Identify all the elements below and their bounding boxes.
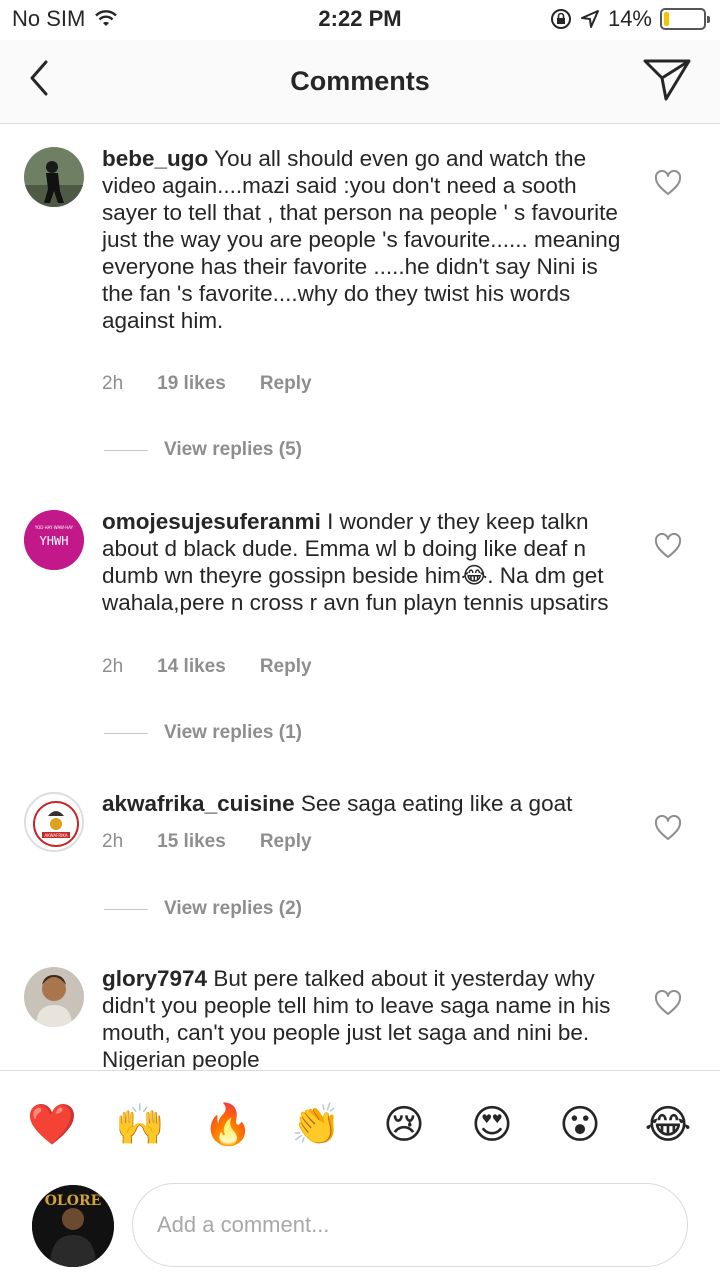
comment-username[interactable]: akwafrika_cuisine — [102, 791, 295, 816]
avatar[interactable] — [24, 967, 84, 1027]
current-user-avatar-text: OLORE — [45, 1193, 102, 1209]
reply-button[interactable]: Reply — [260, 373, 312, 395]
comment-username[interactable]: bebe_ugo — [102, 146, 208, 171]
like-heart-icon[interactable] — [654, 815, 682, 841]
view-replies-label: View replies (1) — [164, 722, 302, 743]
like-heart-icon[interactable] — [654, 990, 682, 1016]
comments-list: bebe_ugo You all should even go and watc… — [0, 125, 720, 1070]
emoji-button[interactable]: 😍 — [466, 1099, 518, 1151]
battery-level — [664, 12, 670, 26]
view-replies-label: View replies (2) — [164, 898, 302, 919]
direct-message-icon[interactable] — [642, 56, 692, 102]
avatar-text: AKWAFRIKA — [44, 833, 68, 838]
comment-text-block: akwafrika_cuisine See saga eating like a… — [102, 790, 622, 817]
comment-username[interactable]: glory7974 — [102, 966, 207, 991]
avatar[interactable]: YOD·HAY·WAW·HAY YHWH — [24, 510, 84, 570]
current-user-avatar: OLORE — [32, 1185, 114, 1267]
view-replies-button[interactable]: View replies (2) — [104, 898, 302, 920]
replies-divider — [104, 732, 148, 734]
emoji-button[interactable]: 🔥 — [202, 1099, 254, 1151]
emoji-button[interactable]: 😂 — [642, 1099, 694, 1151]
emoji-button[interactable]: 😮 — [554, 1099, 606, 1151]
avatar-image — [24, 147, 84, 207]
avatar-subtext: YOD·HAY·WAW·HAY — [34, 525, 74, 530]
reply-button[interactable]: Reply — [260, 831, 312, 853]
comment-likes[interactable]: 19 likes — [157, 373, 226, 395]
header: Comments — [0, 40, 720, 124]
orientation-lock-icon — [550, 9, 571, 29]
comment-text-block: bebe_ugo You all should even go and watc… — [102, 145, 622, 334]
emoji-button[interactable]: 🙌 — [114, 1099, 166, 1151]
comment-meta: 2h 15 likes Reply — [102, 831, 346, 853]
comment-text: You all should even go and watch the vid… — [102, 146, 621, 333]
comment-likes[interactable]: 14 likes — [157, 656, 226, 678]
avatar[interactable]: AKWAFRIKA — [24, 792, 84, 852]
emoji-button[interactable]: 👏 — [290, 1099, 342, 1151]
comment-username[interactable]: omojesujesuferanmi — [102, 509, 321, 534]
comment-time: 2h — [102, 831, 124, 852]
current-user-avatar-image: OLORE — [32, 1185, 114, 1267]
like-heart-icon[interactable] — [654, 170, 682, 196]
reply-button[interactable]: Reply — [260, 656, 312, 678]
page-title: Comments — [290, 66, 430, 96]
comment-text-block: omojesujesuferanmi I wonder y they keep … — [102, 508, 622, 616]
status-right: 14% — [550, 6, 710, 32]
comment-text-block: glory7974 But pere talked about it yeste… — [102, 965, 622, 1070]
emoji-button[interactable]: ❤️ — [26, 1099, 78, 1151]
avatar-image: YOD·HAY·WAW·HAY YHWH — [24, 510, 84, 570]
status-bar: No SIM 2:22 PM 14% — [0, 0, 720, 40]
battery-percent: 14% — [607, 6, 652, 31]
comment-time: 2h — [102, 373, 124, 394]
comment-meta: 2h 19 likes Reply — [102, 373, 346, 395]
comment-input[interactable] — [132, 1183, 688, 1267]
battery-icon — [660, 8, 710, 30]
comment-composer: ❤️ 🙌 🔥 👏 😢 😍 😮 😂 OLORE — [0, 1070, 720, 1280]
comment-meta: 2h 14 likes Reply — [102, 656, 346, 678]
comment-likes[interactable]: 15 likes — [157, 831, 226, 853]
replies-divider — [104, 908, 148, 910]
comment-time: 2h — [102, 656, 124, 677]
avatar-image: AKWAFRIKA — [26, 794, 82, 850]
view-replies-button[interactable]: View replies (5) — [104, 439, 302, 461]
view-replies-label: View replies (5) — [164, 439, 302, 460]
comment-text: See saga eating like a goat — [300, 791, 573, 816]
avatar-image — [24, 967, 84, 1027]
location-arrow-icon — [580, 10, 599, 28]
avatar-text: YHWH — [40, 534, 69, 548]
quick-emoji-bar: ❤️ 🙌 🔥 👏 😢 😍 😮 😂 — [0, 1099, 720, 1151]
avatar[interactable] — [24, 147, 84, 207]
like-heart-icon[interactable] — [654, 533, 682, 559]
view-replies-button[interactable]: View replies (1) — [104, 722, 302, 744]
emoji-button[interactable]: 😢 — [378, 1099, 430, 1151]
replies-divider — [104, 449, 148, 451]
